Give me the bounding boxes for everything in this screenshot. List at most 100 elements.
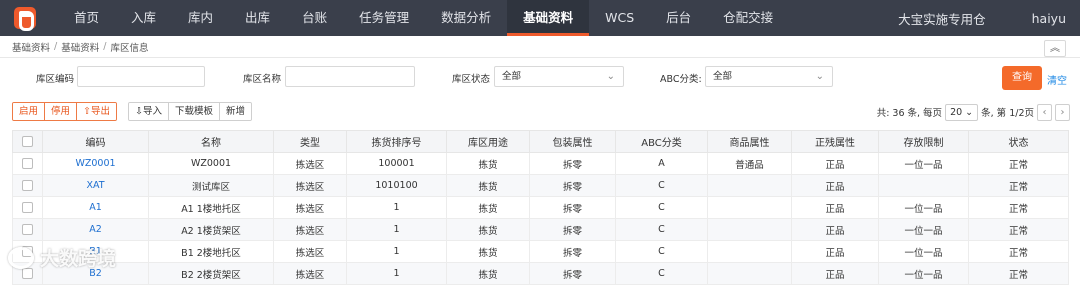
table-row[interactable]: A1 A1 1楼地托区 拣选区 1 拣货 拆零 C 正品 一位一品 正常 [12, 196, 1069, 219]
double-chevron-up-icon: ︽ [1050, 43, 1060, 54]
select-all-cell [12, 130, 43, 153]
column-header[interactable]: 类型 [273, 130, 347, 153]
pagination: 共: 36 条, 每页 20 ⌄ 条, 第 1/2页 ‹ › [877, 102, 1070, 122]
table-row[interactable]: A2 A2 1楼货架区 拣选区 1 拣货 拆零 C 正品 一位一品 正常 [12, 218, 1069, 241]
table-row[interactable]: B2 B2 2楼货架区 拣选区 1 拣货 拆零 C 正品 一位一品 正常 [12, 262, 1069, 285]
nav-item[interactable]: 后台 [650, 0, 707, 36]
clear-link[interactable]: 清空 [1047, 72, 1067, 87]
zone-code-link[interactable]: A2 [89, 224, 102, 235]
zone-table: 编码 名称 类型 拣货排序号 库区用途 包装属性 ABC分类 商品属性 正残属性 存放限制 状态 W… [12, 130, 1069, 285]
add-button[interactable]: 新增 [220, 103, 252, 120]
chevron-down-icon: ⌄ [815, 71, 824, 82]
table-row[interactable]: WZ0001 WZ0001 拣选区 100001 拣货 拆零 A 普通品 正品 一位一品 正常 [12, 152, 1069, 175]
import-button[interactable]: ⇩导入 [129, 103, 169, 120]
table-cell: 正常 [968, 218, 1069, 241]
column-header[interactable]: 状态 [968, 130, 1069, 153]
table-cell: 正常 [968, 174, 1069, 197]
column-header[interactable]: 编码 [42, 130, 149, 153]
table-cell: 1 [346, 240, 447, 263]
row-checkbox[interactable] [22, 158, 33, 169]
nav-item[interactable]: 仓配交接 [707, 0, 789, 36]
export-button[interactable]: ⇧导出 [77, 103, 117, 120]
nav-item[interactable]: WCS [589, 0, 650, 36]
select-all-checkbox[interactable] [22, 135, 33, 147]
table-cell [707, 196, 792, 219]
column-header[interactable]: 名称 [148, 130, 274, 153]
table-cell: 拣货 [446, 218, 530, 241]
table-cell: C [615, 218, 708, 241]
nav-item[interactable]: 入库 [115, 0, 172, 36]
query-button[interactable]: 查询 [1002, 66, 1042, 90]
warehouse-selector[interactable]: 大宝实施专用仓 [898, 9, 986, 28]
user-menu[interactable]: haiyu [1032, 11, 1066, 26]
filter-bar: 库区编码 库区名称 库区状态 全部 ⌄ ABC分类: 全部 ⌄ [0, 62, 1080, 92]
prev-page-button[interactable]: ‹ [1037, 103, 1052, 121]
table-cell: 正品 [791, 218, 879, 241]
table-cell: 1 [346, 262, 447, 285]
nav-item[interactable]: 任务管理 [343, 0, 425, 36]
status-select[interactable]: 全部 ⌄ [494, 66, 624, 87]
nav-item[interactable]: 基础资料 [507, 0, 590, 36]
nav-item[interactable]: 数据分析 [425, 0, 507, 36]
table-cell [707, 218, 792, 241]
table-cell: 正品 [791, 196, 879, 219]
code-label: 库区编码 [36, 74, 75, 85]
breadcrumb: 基础资料 / 基础资料 / 库区信息 [0, 36, 1080, 58]
table-cell: 拆零 [529, 262, 616, 285]
disable-button[interactable]: 停用 [45, 103, 78, 120]
breadcrumb-separator: / [103, 41, 107, 52]
table-header-row: 编码 名称 类型 拣货排序号 库区用途 包装属性 ABC分类 商品属性 正残属性 存放限制 状态 [12, 130, 1069, 153]
nav-item[interactable]: 库内 [172, 0, 229, 36]
zone-code-link[interactable]: A1 [89, 202, 102, 213]
nav-item[interactable]: 出库 [229, 0, 286, 36]
column-header[interactable]: 商品属性 [707, 130, 792, 153]
column-header[interactable]: 库区用途 [446, 130, 530, 153]
upload-icon: ⇧ [83, 106, 91, 117]
table-cell: 拆零 [529, 152, 616, 175]
row-select-cell [12, 196, 43, 219]
table-cell: 正品 [791, 152, 879, 175]
column-header[interactable]: 存放限制 [878, 130, 969, 153]
breadcrumb-item[interactable]: 基础资料 [61, 40, 99, 54]
table-row[interactable]: B1 B1 2楼地托区 拣选区 1 拣货 拆零 C 正品 一位一品 正常 [12, 240, 1069, 263]
page-size-select[interactable]: 20 ⌄ [945, 103, 979, 121]
table-cell [878, 174, 969, 197]
watermark-logo-icon [8, 246, 34, 269]
enable-button[interactable]: 启用 [13, 103, 46, 120]
table-cell: 拣货 [446, 196, 530, 219]
nav-item[interactable]: 首页 [58, 0, 115, 36]
table-cell: 一位一品 [878, 218, 969, 241]
nav-menu: 首页 入库 库内 出库 台账 任务管理 数据分析 基础资料 WCS 后台 仓配交接 [58, 0, 789, 36]
table-row[interactable]: XAT 测试库区 拣选区 1010100 拣货 拆零 C 正品 正常 [12, 174, 1069, 197]
next-page-button[interactable]: › [1055, 103, 1070, 121]
column-header[interactable]: 正残属性 [791, 130, 879, 153]
table-cell: 正品 [791, 174, 879, 197]
breadcrumb-current: 库区信息 [110, 42, 149, 54]
column-header[interactable]: ABC分类 [615, 130, 708, 153]
download-template-button[interactable]: 下载模板 [168, 103, 220, 120]
table-cell: 1 [346, 196, 447, 219]
abc-select[interactable]: 全部 ⌄ [705, 66, 833, 87]
name-input[interactable] [285, 66, 415, 87]
table-cell: 拆零 [529, 174, 616, 197]
row-checkbox[interactable] [22, 202, 33, 213]
breadcrumb-item[interactable]: 基础资料 [12, 40, 50, 54]
table-cell: 拣选区 [273, 152, 347, 175]
row-checkbox[interactable] [22, 224, 33, 235]
zone-code-link[interactable]: XAT [86, 180, 104, 191]
row-checkbox[interactable] [22, 180, 33, 191]
collapse-filter-button[interactable]: ︽ [1044, 40, 1066, 57]
column-header[interactable]: 拣货排序号 [346, 130, 447, 153]
code-input[interactable] [77, 66, 205, 87]
column-header[interactable]: 包装属性 [529, 130, 616, 153]
app-logo-icon[interactable] [14, 7, 36, 31]
status-button-group: 启用 停用 ⇧导出 [12, 102, 118, 121]
abc-label: ABC分类: [660, 74, 702, 85]
table-cell: A2 [42, 218, 149, 241]
row-select-cell [12, 218, 43, 241]
table-cell: WZ0001 [148, 152, 274, 175]
nav-item[interactable]: 台账 [286, 0, 343, 36]
zone-code-link[interactable]: WZ0001 [75, 158, 115, 169]
status-select-value: 全部 [502, 71, 522, 82]
table-cell: 一位一品 [878, 240, 969, 263]
